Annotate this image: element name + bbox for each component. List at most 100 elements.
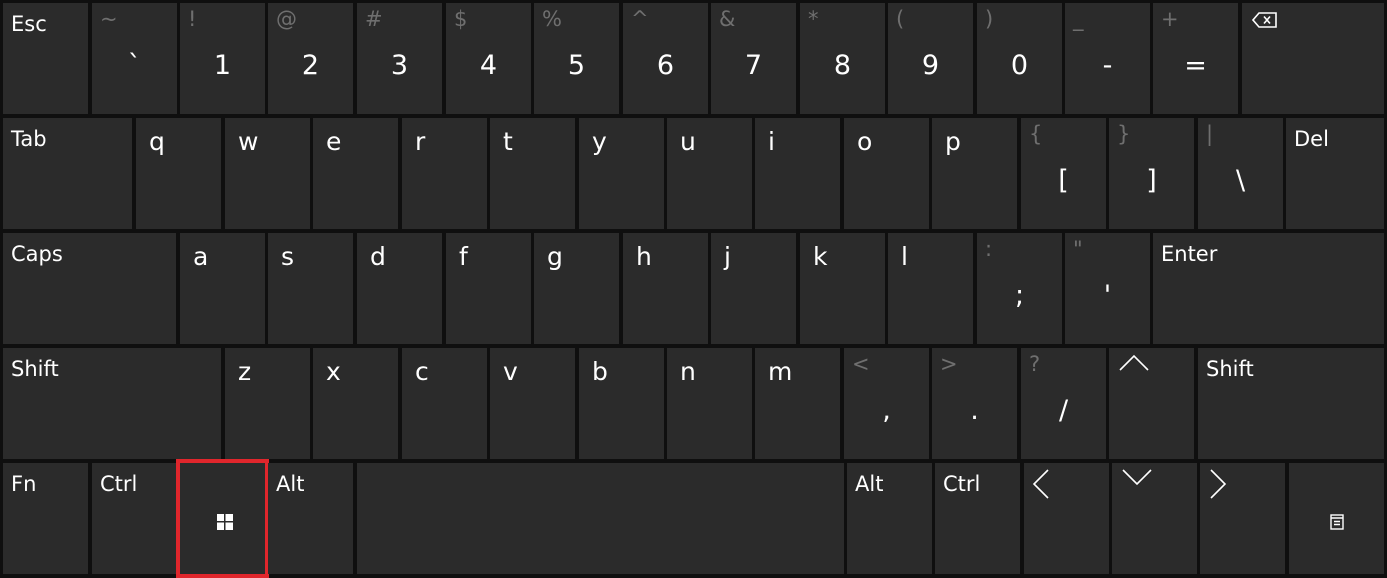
key-shift-label: ~ — [100, 7, 118, 31]
key-period[interactable]: >. — [932, 348, 1017, 459]
key-label: Ctrl — [943, 472, 981, 496]
key-shift-label: * — [808, 7, 819, 31]
key-esc[interactable]: Esc — [3, 3, 88, 114]
key-menu[interactable] — [1289, 463, 1384, 574]
key-3[interactable]: #3 — [357, 3, 442, 114]
key-shift-right[interactable]: Shift — [1198, 348, 1384, 459]
key-rbracket[interactable]: }] — [1109, 118, 1194, 229]
key-s[interactable]: s — [268, 233, 353, 344]
key-label: w — [238, 127, 259, 156]
key-shift-label: # — [365, 7, 383, 31]
key-tab[interactable]: Tab — [3, 118, 132, 229]
key-k[interactable]: k — [800, 233, 885, 344]
key-backspace[interactable] — [1242, 3, 1384, 114]
key-slash[interactable]: ? / — [1021, 348, 1106, 459]
key-e[interactable]: e — [313, 118, 398, 229]
key-main-label: , — [882, 395, 891, 426]
key-l[interactable]: l — [888, 233, 973, 344]
key-label: d — [370, 242, 386, 271]
key-label: r — [415, 127, 426, 156]
key-enter[interactable]: Enter — [1153, 233, 1384, 344]
key-main-label: . — [970, 395, 979, 426]
arrow-right-icon — [1200, 463, 1285, 574]
key-label: Enter — [1161, 242, 1218, 266]
key-shift-label: @ — [276, 7, 297, 31]
key-i[interactable]: i — [755, 118, 840, 229]
key-b[interactable]: b — [579, 348, 664, 459]
key-w[interactable]: w — [225, 118, 310, 229]
key-label: Del — [1294, 127, 1329, 151]
key-shift-label: : — [985, 237, 993, 261]
key-y[interactable]: y — [579, 118, 664, 229]
key-5[interactable]: % 5 — [534, 3, 619, 114]
key-h[interactable]: h — [623, 233, 708, 344]
key-r[interactable]: r — [402, 118, 487, 229]
key-v[interactable]: v — [490, 348, 575, 459]
key-0[interactable]: ) 0 — [977, 3, 1062, 114]
key-a[interactable]: a — [180, 233, 265, 344]
key-d[interactable]: d — [357, 233, 442, 344]
key-ctrl-right[interactable]: Ctrl — [935, 463, 1020, 574]
key-j[interactable]: j — [711, 233, 796, 344]
key-shift-label: ? — [1029, 352, 1041, 376]
key-alt-left[interactable]: Alt — [268, 463, 353, 574]
key-backtick[interactable]: ~ ` — [92, 3, 177, 114]
key-7[interactable]: & 7 — [711, 3, 796, 114]
key-o[interactable]: o — [844, 118, 929, 229]
key-minus[interactable]: _ - — [1065, 3, 1150, 114]
key-down[interactable] — [1112, 463, 1197, 574]
key-label: Alt — [855, 472, 884, 496]
key-left[interactable] — [1024, 463, 1109, 574]
key-label: c — [415, 357, 429, 386]
key-p[interactable]: p — [932, 118, 1017, 229]
key-space[interactable] — [357, 463, 844, 574]
key-main-label: 3 — [390, 50, 409, 81]
key-comma[interactable]: <, — [844, 348, 929, 459]
key-shift-label: $ — [454, 7, 468, 31]
key-g[interactable]: g — [534, 233, 619, 344]
key-label: a — [193, 242, 209, 271]
key-shift-label: | — [1206, 122, 1214, 146]
key-1[interactable]: ! 1 — [180, 3, 265, 114]
key-main-label: 4 — [479, 50, 498, 81]
key-alt-right[interactable]: Alt — [847, 463, 932, 574]
key-up[interactable] — [1109, 348, 1194, 459]
key-9[interactable]: (9 — [888, 3, 973, 114]
key-4[interactable]: $4 — [446, 3, 531, 114]
key-m[interactable]: m — [755, 348, 840, 459]
key-del[interactable]: Del — [1286, 118, 1384, 229]
key-main-label: ' — [1103, 280, 1112, 311]
key-8[interactable]: * 8 — [800, 3, 885, 114]
key-label: b — [592, 357, 608, 386]
key-label: s — [281, 242, 295, 271]
key-c[interactable]: c — [402, 348, 487, 459]
key-label: h — [636, 242, 652, 271]
key-main-label: ] — [1146, 165, 1157, 196]
key-6[interactable]: ^ 6 — [623, 3, 708, 114]
key-ctrl-left[interactable]: Ctrl — [92, 463, 177, 574]
key-label: Alt — [276, 472, 305, 496]
key-t[interactable]: t — [490, 118, 575, 229]
key-semicolon[interactable]: :; — [977, 233, 1062, 344]
key-u[interactable]: u — [667, 118, 752, 229]
key-shift-label: " — [1073, 237, 1083, 261]
key-f[interactable]: f — [446, 233, 531, 344]
context-menu-icon — [1289, 463, 1384, 574]
key-right[interactable] — [1200, 463, 1285, 574]
key-equals[interactable]: + = — [1153, 3, 1238, 114]
key-backslash[interactable]: | \ — [1198, 118, 1283, 229]
key-win[interactable] — [176, 459, 269, 578]
key-fn[interactable]: Fn — [3, 463, 88, 574]
key-label: Esc — [11, 12, 47, 36]
key-main-label: 8 — [833, 50, 852, 81]
key-quote[interactable]: " ' — [1065, 233, 1150, 344]
key-2[interactable]: @2 — [268, 3, 353, 114]
key-q[interactable]: q — [136, 118, 221, 229]
key-z[interactable]: z — [225, 348, 310, 459]
key-lbracket[interactable]: {[ — [1021, 118, 1106, 229]
key-n[interactable]: n — [667, 348, 752, 459]
key-caps[interactable]: Caps — [3, 233, 176, 344]
key-shift-left[interactable]: Shift — [3, 348, 221, 459]
key-x[interactable]: x — [313, 348, 398, 459]
key-label: Fn — [11, 472, 37, 496]
